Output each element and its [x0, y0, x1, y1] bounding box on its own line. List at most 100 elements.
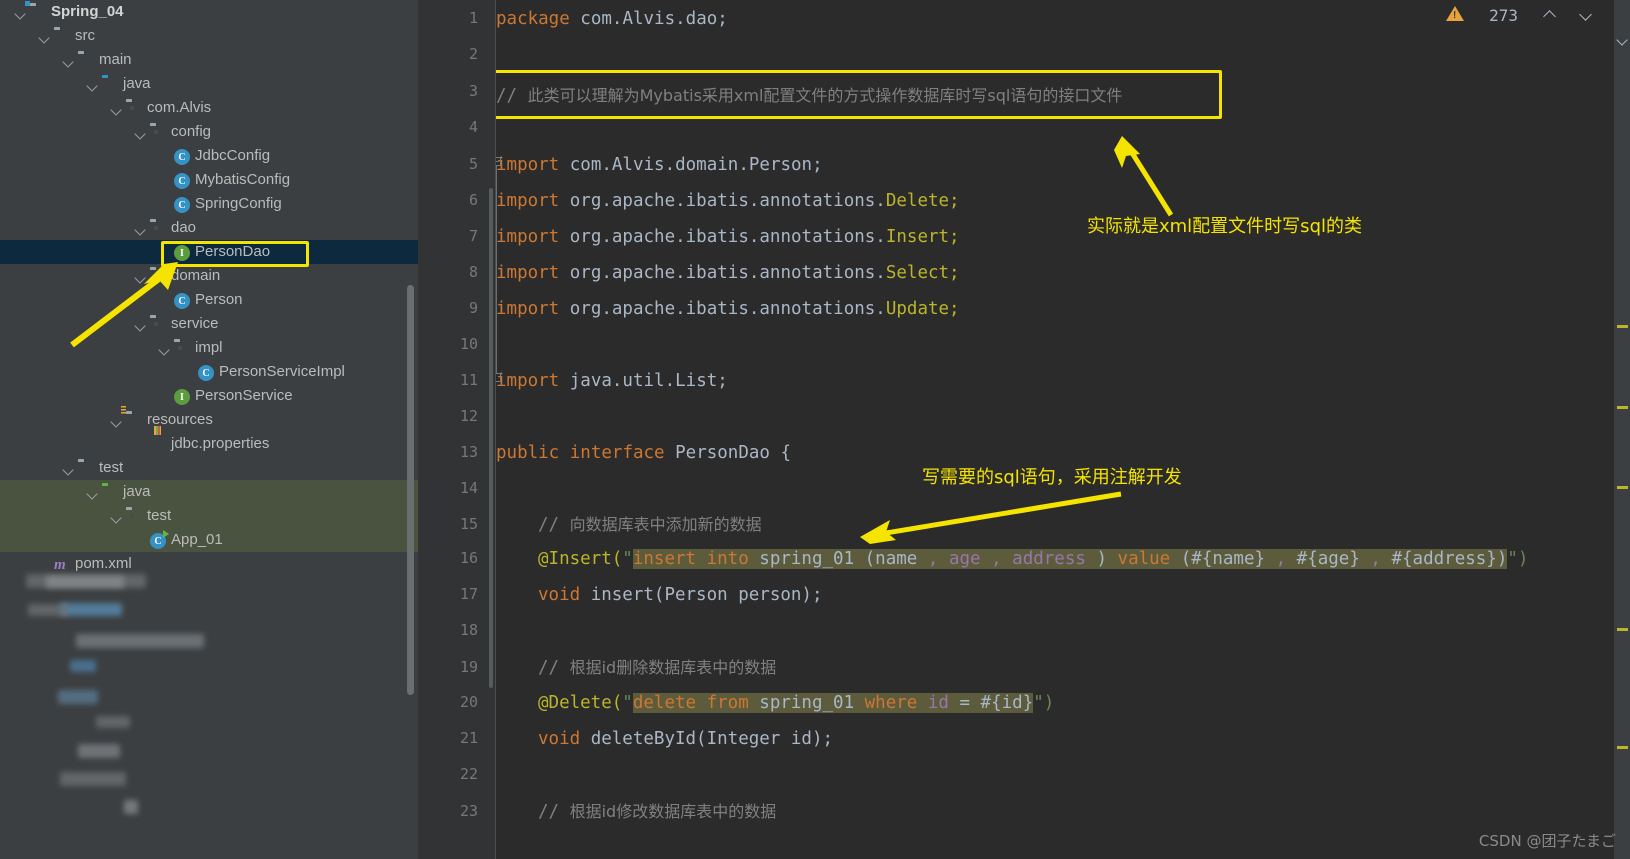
chevron-down-icon[interactable] — [134, 318, 147, 331]
code-editor[interactable]: package com.Alvis.dao; // 此类可以理解为Mybatis… — [496, 0, 1630, 859]
line-number: 21 — [459, 729, 478, 747]
import-class: Person; — [748, 155, 823, 175]
marker-warning[interactable] — [1617, 628, 1628, 631]
tree-item-jdbc-properties[interactable]: jdbc.properties — [0, 432, 418, 456]
project-tree-panel[interactable]: Spring_04 src main java com.Alvis config C Jdbc… — [0, 0, 418, 859]
tree-item-test[interactable]: test — [0, 504, 418, 528]
package-icon — [174, 340, 190, 356]
line-number: 18 — [459, 621, 478, 639]
tree-item-domain[interactable]: domain — [0, 264, 418, 288]
tree-item-jdbcconfig[interactable]: C JdbcConfig — [0, 144, 418, 168]
line-number: 3 — [468, 82, 478, 100]
tree-item-personserviceimpl[interactable]: C PersonServiceImpl — [0, 360, 418, 384]
tree-item-mybatisconfig[interactable]: C MybatisConfig — [0, 168, 418, 192]
marker-warning[interactable] — [1617, 406, 1628, 409]
tree-item-label: src — [75, 27, 95, 44]
chevron-down-icon[interactable] — [134, 222, 147, 235]
java-class-icon: C — [198, 364, 214, 381]
java-class-icon: C — [174, 292, 190, 309]
blurred-content — [60, 772, 126, 786]
chevron-down-icon[interactable] — [134, 126, 147, 139]
editor-gutter[interactable]: 1 2 3 4 5 6 7 8 9 10 11 12 13 14 15 16 17 18 19 20 21 22 23 — [418, 0, 496, 859]
chevron-down-icon[interactable] — [1618, 36, 1628, 46]
tree-item-pom-xml[interactable]: m pom.xml — [0, 552, 418, 576]
blurred-content — [58, 690, 98, 704]
sql-keyword: insert into — [632, 549, 760, 569]
marker-warning[interactable] — [1617, 325, 1628, 328]
blurred-content — [124, 800, 138, 814]
watermark-text: CSDN @团子たまご — [1478, 832, 1616, 850]
tree-item-springconfig[interactable]: C SpringConfig — [0, 192, 418, 216]
tree-item-config[interactable]: config — [0, 120, 418, 144]
tree-item-src[interactable]: src — [0, 24, 418, 48]
blurred-content — [76, 634, 204, 648]
tree-item-impl[interactable]: impl — [0, 336, 418, 360]
keyword-public: public — [496, 443, 570, 463]
import-class: List; — [675, 371, 728, 391]
code-line-11: import java.util.List; — [496, 371, 728, 391]
marker-warning[interactable] — [1617, 486, 1628, 489]
folder-resources-icon — [121, 406, 142, 428]
chevron-down-icon[interactable] — [110, 510, 123, 523]
blurred-content — [70, 660, 96, 672]
sql-keyword: value — [1117, 549, 1171, 569]
chevron-down-icon[interactable] — [110, 102, 123, 115]
gutter-scrollbar[interactable] — [489, 188, 493, 688]
maven-icon: m — [54, 557, 66, 573]
chevron-down-icon[interactable] — [86, 486, 99, 499]
tree-item-persondao[interactable]: I PersonDao — [0, 240, 418, 264]
line-number: 12 — [459, 407, 478, 425]
code-line-1: package com.Alvis.dao; — [496, 10, 728, 29]
chevron-down-icon[interactable] — [14, 6, 27, 19]
tree-item-test[interactable]: test — [0, 456, 418, 480]
param-name: id); — [780, 729, 834, 749]
tree-item-service[interactable]: service — [0, 312, 418, 336]
import-class: Select; — [885, 263, 960, 283]
import-path: org.apache.ibatis.annotations. — [559, 299, 886, 319]
keyword-import: import — [496, 299, 560, 319]
sql-sep: , — [917, 549, 949, 569]
chevron-down-icon[interactable] — [110, 414, 123, 427]
line-number: 19 — [459, 658, 478, 676]
tree-item-java[interactable]: java — [0, 72, 418, 96]
code-fold-icon[interactable] — [496, 373, 501, 382]
chevron-down-icon[interactable] — [38, 30, 51, 43]
tree-item-spring-04[interactable]: Spring_04 — [0, 0, 418, 24]
chevron-down-icon[interactable] — [62, 462, 75, 475]
folder-icon — [54, 28, 70, 44]
blurred-content — [28, 604, 68, 616]
tree-item-com-alvis[interactable]: com.Alvis — [0, 96, 418, 120]
folder-source-icon — [102, 76, 118, 92]
folder-icon — [78, 52, 94, 68]
code-line-3: // 此类可以理解为Mybatis采用xml配置文件的方式操作数据库时写sql语… — [496, 87, 1122, 106]
marker-warning[interactable] — [1617, 746, 1628, 749]
import-path: org.apache.ibatis.annotations. — [559, 263, 886, 283]
param-type: Person — [664, 585, 728, 605]
editor-marker-strip[interactable] — [1614, 0, 1630, 859]
tree-item-dao[interactable]: dao — [0, 216, 418, 240]
line-number: 15 — [459, 515, 478, 533]
tree-item-person[interactable]: C Person — [0, 288, 418, 312]
tree-item-main[interactable]: main — [0, 48, 418, 72]
sql-keyword: delete from — [632, 693, 760, 713]
tree-scrollbar[interactable] — [407, 285, 414, 695]
sql-table: spring_01 — [759, 549, 865, 569]
chevron-down-icon[interactable] — [62, 54, 75, 67]
code-fold-icon[interactable]: − — [496, 157, 501, 166]
chevron-down-icon[interactable] — [86, 78, 99, 91]
keyword-import: import — [496, 263, 560, 283]
tree-item-java[interactable]: java — [0, 480, 418, 504]
line-number: 6 — [468, 191, 478, 209]
tree-item-app-01[interactable]: C App_01 — [0, 528, 418, 552]
tree-item-resources[interactable]: resources — [0, 406, 418, 432]
open-brace: { — [780, 443, 792, 463]
code-line-8: import org.apache.ibatis.annotations.Sel… — [496, 263, 960, 283]
string-close: ") — [1033, 693, 1055, 713]
chevron-down-icon[interactable] — [134, 270, 147, 283]
string-quote: " — [622, 549, 633, 569]
chevron-down-icon[interactable] — [158, 342, 171, 355]
tree-item-personservice[interactable]: I PersonService — [0, 384, 418, 408]
